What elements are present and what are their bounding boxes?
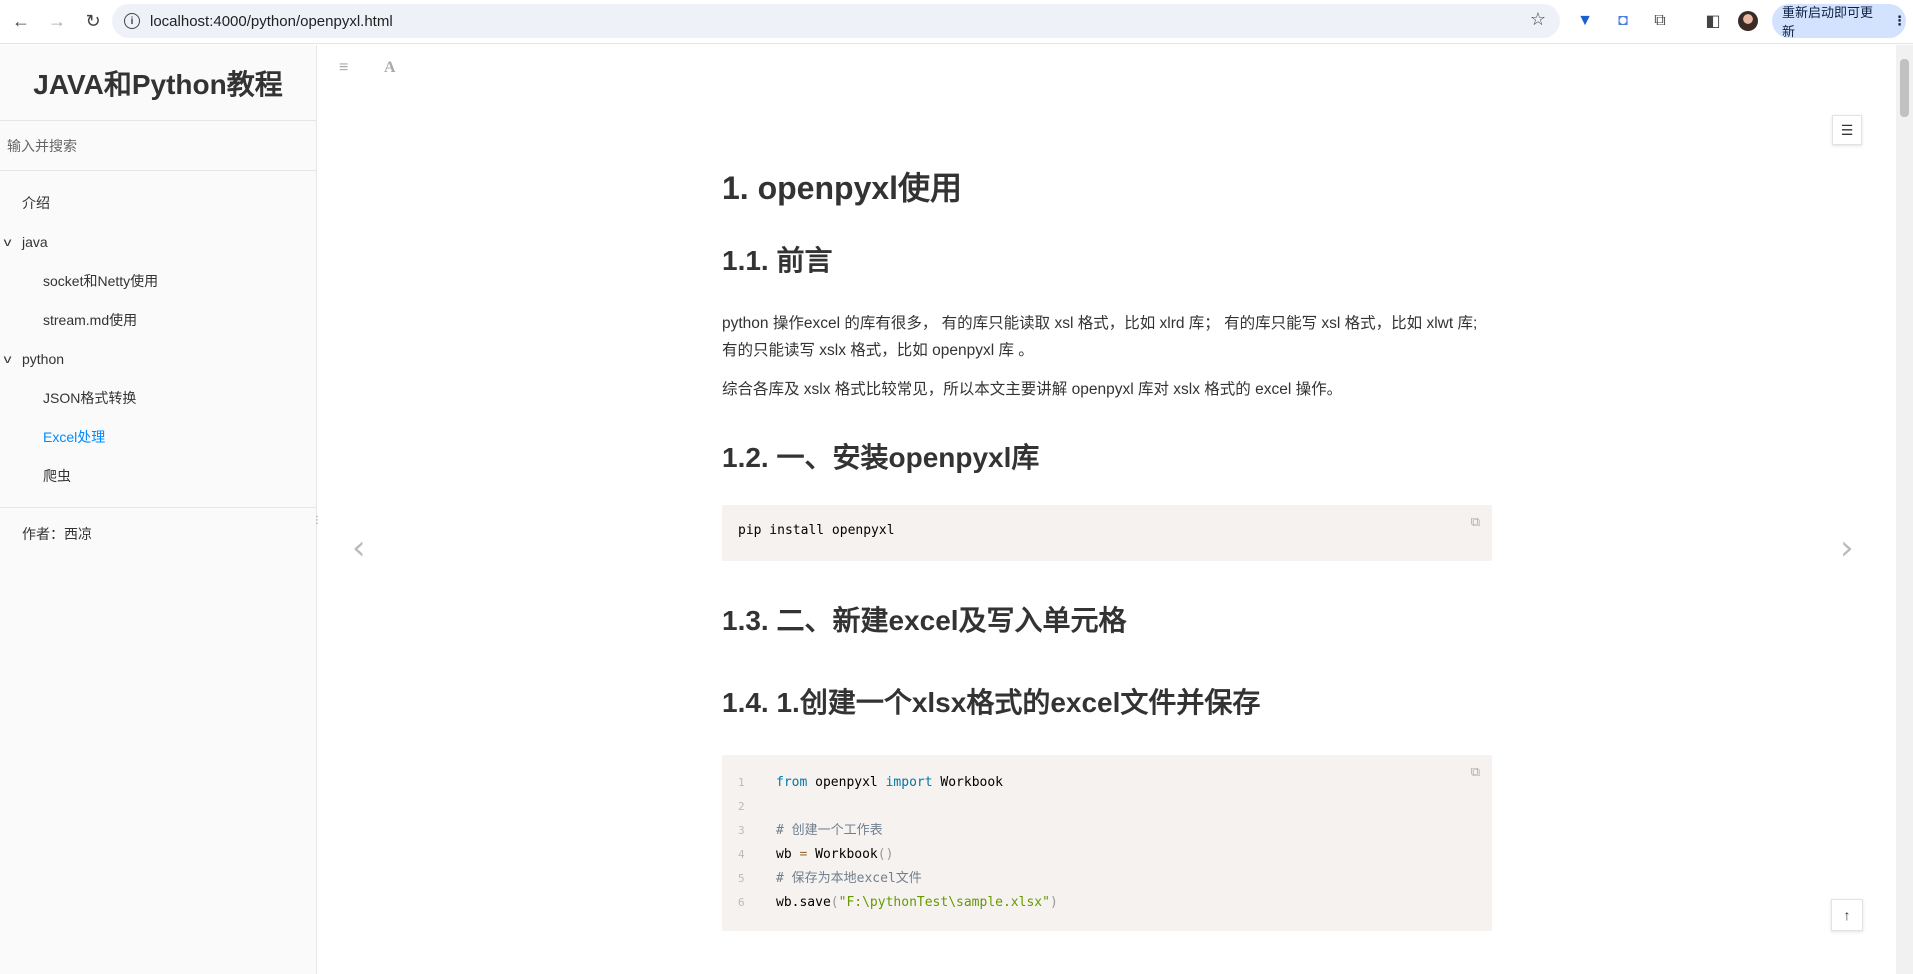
line-number: 6 <box>738 896 745 909</box>
arrow-left-icon: ← <box>12 11 30 31</box>
heading-create-xlsx: 1.4. 1.创建一个xlsx格式的excel文件并保存 <box>722 687 1261 718</box>
page-title: 1. openpyxl使用 <box>722 170 963 206</box>
code-line: 1 from openpyxl import Workbook <box>738 771 1476 795</box>
sidebar-resize-handle[interactable]: ⋮ <box>312 515 322 526</box>
code-text: Workbook <box>932 775 1004 790</box>
line-number: 3 <box>738 824 745 837</box>
sidebar-item-socket-netty[interactable]: socket和Netty使用 <box>0 261 316 300</box>
avatar[interactable] <box>1735 8 1761 34</box>
reload-icon: ↻ <box>85 11 101 31</box>
translate-icon[interactable]: ◘ <box>1610 8 1636 34</box>
code-punct: () <box>877 847 894 862</box>
restart-to-update-button[interactable]: 重新启动即可更新 ⋮ <box>1772 4 1906 39</box>
book-sidebar: JAVA和Python教程 输入并搜索 介绍 v java socket和Net… <box>0 45 322 974</box>
sidebar-item-label: Excel处理 <box>43 428 106 445</box>
heading-new-excel: 1.3. 二、新建excel及写入单元格 <box>722 605 1127 636</box>
sidebar-item-label: 爬虫 <box>43 467 71 484</box>
copy-icon[interactable]: ⧉ <box>1471 765 1480 780</box>
next-page-arrow[interactable]: › <box>1840 528 1854 568</box>
scrollbar-thumb[interactable] <box>1900 59 1909 117</box>
code-block-install: pip install openpyxl ⧉ <box>722 505 1492 561</box>
sidebar-item-label: python <box>22 350 65 367</box>
bookmark-star-icon[interactable]: ☆ <box>1530 9 1546 30</box>
article-content: 1. openpyxl使用 1.1. 前言 python 操作excel 的库有… <box>722 145 1492 931</box>
back-button[interactable]: ← <box>6 7 36 37</box>
line-number: 2 <box>738 800 745 813</box>
author-text: 作者：西凉 <box>22 526 92 542</box>
heading-intro: 1.1. 前言 <box>722 245 833 276</box>
line-number: 1 <box>738 776 745 789</box>
code-punct: ( <box>830 895 839 910</box>
url-text[interactable]: localhost:4000/python/openpyxl.html <box>150 13 393 30</box>
code-text: wb <box>776 847 800 862</box>
paragraph-1: python 操作excel 的库有很多， 有的库只能读取 xsl 格式，比如 … <box>722 315 1478 359</box>
code-line: 5 # 保存为本地excel文件 <box>738 867 1476 891</box>
code-line: 6 wb.save("F:\pythonTest\sample.xlsx") <box>738 891 1476 915</box>
extension-v-icon[interactable]: ▼ <box>1572 8 1598 34</box>
sidebar-item-python[interactable]: v python <box>0 339 316 378</box>
sidebar-item-label: stream.md使用 <box>43 311 138 328</box>
search-input[interactable]: 输入并搜索 <box>0 121 316 171</box>
side-panel-icon[interactable]: ◧ <box>1700 8 1726 34</box>
address-bar[interactable]: i localhost:4000/python/openpyxl.html ☆ <box>112 4 1560 38</box>
book-title[interactable]: JAVA和Python教程 <box>0 45 316 121</box>
code-comment: # 创建一个工作表 <box>776 823 883 838</box>
copy-icon[interactable]: ⧉ <box>1471 515 1480 530</box>
paragraph-2: 综合各库及 xslx 格式比较常见，所以本文主要讲解 openpyxl 库对 x… <box>722 381 1343 398</box>
code-line: 4 wb = Workbook() <box>738 843 1476 867</box>
code-text: Workbook <box>807 847 878 862</box>
page-scrollbar[interactable] <box>1896 45 1913 974</box>
back-to-top-button[interactable]: ↑ <box>1831 899 1863 931</box>
sidebar-item-label: JSON格式转换 <box>43 389 137 406</box>
sidebar-item-label: socket和Netty使用 <box>43 272 159 289</box>
summary-nav: 介绍 v java socket和Netty使用 stream.md使用 v p… <box>0 171 316 508</box>
sidebar-item-excel[interactable]: Excel处理 <box>0 417 316 456</box>
code-punct: ) <box>1049 895 1058 910</box>
chevron-left-icon: ‹ <box>352 528 366 568</box>
restart-label: 重新启动即可更新 <box>1782 5 1874 39</box>
code-line: 3 # 创建一个工作表 <box>738 819 1476 843</box>
menu-kebab-icon: ⋮ <box>1893 13 1906 28</box>
chevron-down-icon[interactable]: v <box>4 235 25 249</box>
sidebar-item-intro[interactable]: 介绍 <box>0 183 316 222</box>
sidebar-item-stream[interactable]: stream.md使用 <box>0 300 316 339</box>
heading-install: 1.2. 一、安装openpyxl库 <box>722 442 1040 473</box>
toggle-sidebar-icon[interactable]: ≡ <box>339 59 348 77</box>
sidebar-item-label: java <box>22 233 48 250</box>
site-info-icon[interactable]: i <box>124 13 140 29</box>
code-block-create: ⧉ 1 from openpyxl import Workbook 2 3 # … <box>722 755 1492 931</box>
arrow-up-icon: ↑ <box>1843 907 1851 923</box>
code-text: pip install openpyxl <box>738 523 895 538</box>
forward-button[interactable]: → <box>42 7 72 37</box>
sidebar-item-java[interactable]: v java <box>0 222 316 261</box>
code-comment: # 保存为本地excel文件 <box>776 871 922 886</box>
code-keyword: from <box>776 775 808 790</box>
toc-toggle-button[interactable]: ☰ <box>1832 115 1862 145</box>
browser-toolbar: ← → ↻ i localhost:4000/python/openpyxl.h… <box>0 0 1913 44</box>
line-number: 4 <box>738 848 745 861</box>
prev-page-arrow[interactable]: ‹ <box>352 528 366 568</box>
book-header: ≡ A <box>318 45 1893 95</box>
extensions-puzzle-icon[interactable]: ⧉ <box>1647 8 1673 34</box>
sidebar-item-json[interactable]: JSON格式转换 <box>0 378 316 417</box>
code-string: "F:\pythonTest\sample.xlsx" <box>838 895 1050 910</box>
chevron-down-icon[interactable]: v <box>4 352 25 366</box>
code-text: wb.save <box>776 895 831 910</box>
sidebar-item-crawler[interactable]: 爬虫 <box>0 456 316 495</box>
font-settings-icon[interactable]: A <box>384 59 396 77</box>
chevron-right-icon: › <box>1840 528 1854 568</box>
code-text: openpyxl <box>807 775 886 790</box>
list-icon: ☰ <box>1840 121 1854 138</box>
sidebar-item-label: 介绍 <box>22 194 50 211</box>
reload-button[interactable]: ↻ <box>78 7 108 37</box>
line-number: 5 <box>738 872 745 885</box>
code-keyword: import <box>885 775 933 790</box>
code-line: 2 <box>738 795 1476 819</box>
arrow-right-icon: → <box>48 11 66 31</box>
